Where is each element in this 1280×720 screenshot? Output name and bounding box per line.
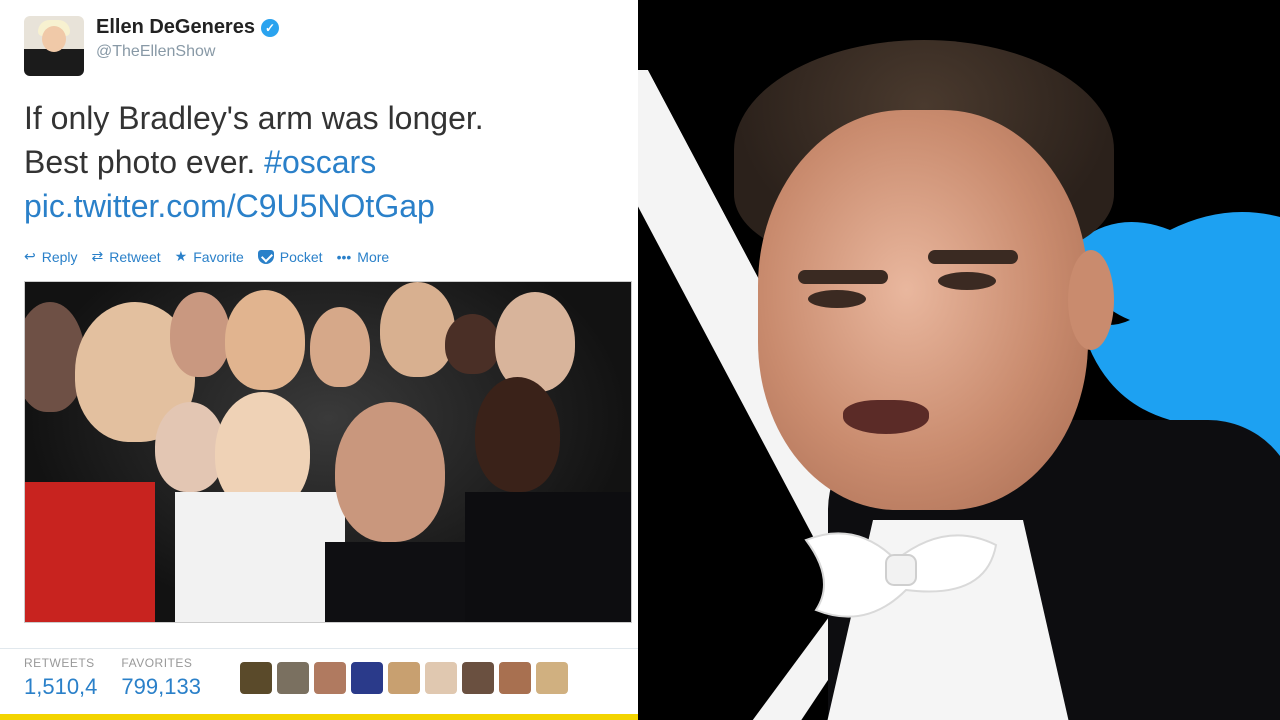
face bbox=[758, 110, 1088, 510]
favoriter-avatar[interactable] bbox=[314, 662, 346, 694]
portrait-photo bbox=[638, 0, 1280, 720]
photo-person bbox=[310, 307, 370, 387]
tweet-text-line1: If only Bradley's arm was longer. bbox=[24, 100, 484, 136]
handle[interactable]: @TheEllenShow bbox=[96, 43, 279, 61]
photo-person bbox=[495, 292, 575, 392]
photo-white-shirt bbox=[175, 492, 345, 622]
photo-person bbox=[170, 292, 230, 377]
mouth bbox=[843, 400, 929, 434]
split-image: Ellen DeGeneres ✓ @TheEllenShow If only … bbox=[0, 0, 1280, 720]
photo-person bbox=[335, 402, 445, 542]
tweet-actions: ↩ Reply ⇄ Retweet ★ Favorite Pocket ••• … bbox=[24, 248, 389, 265]
favorite-button[interactable]: ★ Favorite bbox=[175, 248, 244, 265]
ear bbox=[1068, 250, 1114, 350]
favorites-value: 799,133 bbox=[121, 674, 201, 699]
eyebrow-right bbox=[928, 250, 1018, 264]
retweet-icon: ⇄ bbox=[91, 248, 104, 264]
favoriter-avatar[interactable] bbox=[425, 662, 457, 694]
more-label: More bbox=[357, 248, 390, 265]
reply-label: Reply bbox=[41, 248, 78, 265]
more-dots-icon: ••• bbox=[336, 248, 352, 265]
tweet-photo[interactable] bbox=[24, 281, 632, 623]
verified-badge-icon: ✓ bbox=[260, 18, 279, 37]
photo-person bbox=[225, 290, 305, 390]
favoriter-avatar[interactable] bbox=[499, 662, 531, 694]
pocket-button[interactable]: Pocket bbox=[257, 248, 323, 265]
retweet-button[interactable]: ⇄ Retweet bbox=[92, 248, 161, 265]
reply-icon: ↩ bbox=[24, 248, 36, 264]
pocket-icon bbox=[257, 249, 274, 264]
favoriter-avatar[interactable] bbox=[351, 662, 383, 694]
photo-link[interactable]: pic.twitter.com/C9U5NOtGap bbox=[24, 184, 624, 228]
user-meta: Ellen DeGeneres ✓ @TheEllenShow bbox=[96, 16, 279, 61]
star-icon: ★ bbox=[174, 248, 188, 264]
photo-person bbox=[445, 314, 500, 374]
bowtie bbox=[804, 532, 998, 618]
tweet-text: If only Bradley's arm was longer. Best p… bbox=[24, 96, 624, 228]
tweet-stats: RETWEETS 1,510,4 FAVORITES 799,133 bbox=[24, 656, 201, 700]
more-button[interactable]: ••• More bbox=[337, 249, 390, 265]
favorite-label: Favorite bbox=[193, 248, 244, 265]
hashtag-link[interactable]: #oscars bbox=[264, 144, 376, 180]
divider bbox=[0, 648, 638, 649]
favoriter-avatar[interactable] bbox=[462, 662, 494, 694]
photo-person bbox=[475, 377, 560, 492]
favoriter-avatar[interactable] bbox=[536, 662, 568, 694]
photo-person bbox=[380, 282, 455, 377]
tweet-text-line2: Best photo ever. #oscars bbox=[24, 140, 624, 184]
avatar[interactable] bbox=[24, 16, 84, 76]
favoriter-avatar[interactable] bbox=[388, 662, 420, 694]
display-name-row[interactable]: Ellen DeGeneres ✓ bbox=[96, 16, 279, 39]
pocket-label: Pocket bbox=[279, 248, 323, 265]
retweets-stat[interactable]: RETWEETS 1,510,4 bbox=[24, 656, 97, 700]
favoriter-avatar[interactable] bbox=[240, 662, 272, 694]
tweet-card: Ellen DeGeneres ✓ @TheEllenShow If only … bbox=[0, 0, 638, 720]
retweets-value: 1,510,4 bbox=[24, 674, 98, 699]
reply-button[interactable]: ↩ Reply bbox=[24, 248, 78, 265]
favorites-stat[interactable]: FAVORITES 799,133 bbox=[121, 656, 201, 700]
tweet-header: Ellen DeGeneres ✓ @TheEllenShow bbox=[24, 16, 279, 76]
retweets-label: RETWEETS bbox=[24, 656, 95, 670]
favorites-label: FAVORITES bbox=[121, 656, 193, 670]
retweet-label: Retweet bbox=[109, 248, 161, 265]
tweet-text-prefix: Best photo ever. bbox=[24, 144, 265, 180]
favoriter-avatars bbox=[240, 662, 568, 694]
display-name[interactable]: Ellen DeGeneres bbox=[96, 16, 255, 39]
eyebrow-left bbox=[798, 270, 888, 284]
photo-tux bbox=[465, 492, 631, 622]
photo-dress bbox=[25, 482, 155, 622]
accent-bar bbox=[0, 714, 638, 720]
avatar-face bbox=[42, 26, 66, 52]
eye-left bbox=[808, 290, 866, 308]
eye-right bbox=[938, 272, 996, 290]
favoriter-avatar[interactable] bbox=[277, 662, 309, 694]
